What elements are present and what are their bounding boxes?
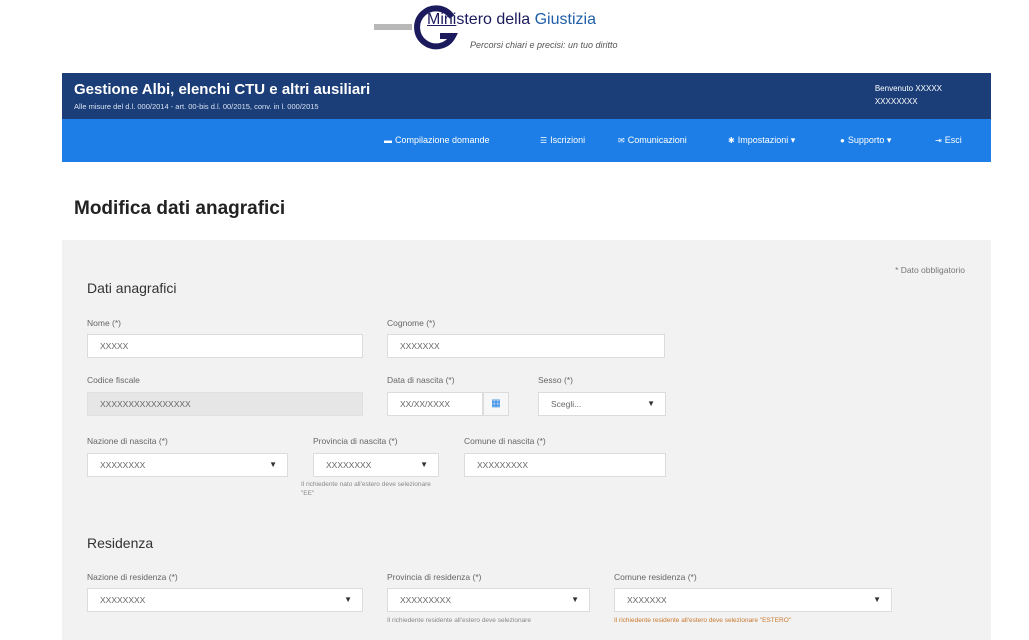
- logo-tagline: Percorsi chiari e precisi: un tuo diritt…: [470, 40, 618, 50]
- section-dati-anagrafici: Dati anagrafici: [87, 280, 177, 296]
- sesso-label: Sesso (*): [538, 375, 573, 385]
- page-title: Modifica dati anagrafici: [74, 198, 286, 219]
- logout-icon: ⇥: [935, 136, 942, 145]
- nome-label: Nome (*): [87, 318, 122, 328]
- comune-residenza-hint: Il richiedente residente all'estero deve…: [614, 617, 792, 624]
- data-nascita-label: Data di nascita (*): [387, 375, 455, 385]
- provincia-nascita-hint: Il richiedente nato all'estero deve sele…: [301, 481, 431, 497]
- app-title: Gestione Albi, elenchi CTU e altri ausil…: [74, 81, 371, 98]
- data-nascita-field[interactable]: XX/XX/XXXX: [387, 392, 483, 416]
- logo-bar: [374, 24, 412, 30]
- section-residenza: Residenza: [87, 535, 154, 551]
- nav-esci[interactable]: ⇥ Esci: [935, 119, 962, 162]
- welcome-text: Benvenuto XXXXX: [874, 84, 942, 93]
- provincia-residenza-select[interactable]: XXXXXXXXX ▼: [387, 588, 590, 612]
- chevron-down-icon: ▼: [420, 460, 428, 469]
- cognome-label: Cognome (*): [387, 318, 436, 328]
- provincia-nascita-select[interactable]: XXXXXXXX ▼: [313, 453, 439, 477]
- mandatory-note: * Dato obbligatorio: [895, 265, 965, 275]
- comune-residenza-select[interactable]: XXXXXXX ▼: [614, 588, 892, 612]
- user-info: Benvenuto XXXXX XXXXXXXX: [875, 82, 942, 108]
- nazione-residenza-select[interactable]: XXXXXXXX ▼: [87, 588, 363, 612]
- main-nav: ▬ Compilazione domande ☰ Iscrizioni ✉ Comun…: [62, 119, 991, 162]
- comune-nascita-field[interactable]: XXXXXXXXX: [464, 453, 666, 477]
- app-header: Gestione Albi, elenchi CTU e altri ausil…: [62, 73, 991, 119]
- nav-impostazioni[interactable]: ✱ Impostazioni ▾: [728, 119, 795, 162]
- provincia-residenza-label: Provincia di residenza (*): [387, 572, 482, 582]
- ministero-logo: Ministero della Giustizia Percorsi chiar…: [374, 5, 714, 60]
- provincia-residenza-hint: Il richiedente residente all'estero deve…: [387, 617, 531, 624]
- envelope-icon: ✉: [618, 136, 625, 145]
- codice-fiscale-label: Codice fiscale: [87, 375, 140, 385]
- comune-nascita-label: Comune di nascita (*): [464, 436, 546, 446]
- calendar-icon[interactable]: ▦: [483, 392, 509, 416]
- app-subtitle: Alle misure del d.l. 000/2014 - art. 00-…: [74, 102, 319, 111]
- codice-fiscale-field: XXXXXXXXXXXXXXXX: [87, 392, 363, 416]
- chevron-down-icon: ▼: [571, 595, 579, 604]
- chevron-down-icon: ▼: [344, 595, 352, 604]
- gear-icon: ✱: [728, 136, 735, 145]
- form-panel: * Dato obbligatorio Dati anagrafici Nome…: [62, 240, 991, 640]
- nazione-nascita-label: Nazione di nascita (*): [87, 436, 168, 446]
- logo-title: Ministero della Giustizia: [427, 11, 596, 28]
- provincia-nascita-label: Provincia di nascita (*): [313, 436, 398, 446]
- chevron-down-icon: ▼: [647, 399, 655, 408]
- folder-icon: ▬: [384, 136, 392, 145]
- nav-compilazione-domande[interactable]: ▬ Compilazione domande: [384, 119, 490, 162]
- nav-comunicazioni[interactable]: ✉ Comunicazioni: [618, 119, 687, 162]
- list-icon: ☰: [540, 136, 548, 145]
- nav-iscrizioni[interactable]: ☰ Iscrizioni: [540, 119, 585, 162]
- nazione-residenza-label: Nazione di residenza (*): [87, 572, 178, 582]
- chevron-down-icon: ▼: [269, 460, 277, 469]
- user-id: XXXXXXXX: [874, 97, 918, 106]
- comune-residenza-label: Comune residenza (*): [614, 572, 697, 582]
- nazione-nascita-select[interactable]: XXXXXXXX ▼: [87, 453, 288, 477]
- cognome-field[interactable]: XXXXXXX: [387, 334, 665, 358]
- nome-field[interactable]: XXXXX: [87, 334, 363, 358]
- sesso-select[interactable]: Scegli... ▼: [538, 392, 666, 416]
- chevron-down-icon: ▼: [873, 595, 881, 604]
- nav-supporto[interactable]: ● Supporto ▾: [840, 119, 891, 162]
- help-icon: ●: [840, 136, 845, 145]
